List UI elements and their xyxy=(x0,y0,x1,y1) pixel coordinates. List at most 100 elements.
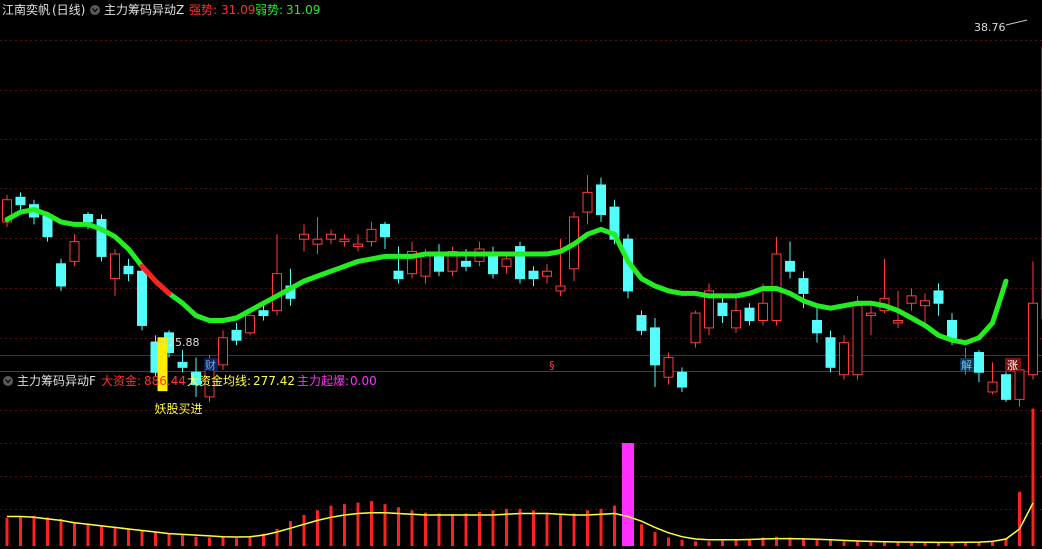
event-marker-unlock[interactable]: 解 xyxy=(961,358,972,372)
candle-body xyxy=(393,270,404,280)
big-capital-bar xyxy=(424,512,427,546)
candle-body xyxy=(974,352,984,373)
candle-body xyxy=(110,253,120,280)
event-marker-section[interactable]: § xyxy=(549,359,555,372)
big-capital-bar xyxy=(100,525,103,546)
big-capital-bar xyxy=(343,504,346,546)
candle-body xyxy=(312,238,323,245)
candle xyxy=(1001,372,1011,402)
event-marker-limit-up[interactable]: 涨 xyxy=(1007,359,1018,372)
candle xyxy=(542,263,552,284)
candle-body xyxy=(812,320,822,334)
low-label: 25.88 xyxy=(168,336,200,349)
big-capital-bar xyxy=(208,537,211,546)
main-force-label: 主力起爆: xyxy=(297,374,349,388)
big-capital-bar xyxy=(734,539,738,546)
candle-body xyxy=(636,315,647,331)
big-capital-bar xyxy=(154,532,157,546)
big-capital-bar xyxy=(32,515,36,546)
indicator-menu-icon[interactable] xyxy=(90,5,100,15)
indicator-name-bottom[interactable]: 主力筹码异动F xyxy=(17,374,96,388)
big-capital-ma-value: 277.42 xyxy=(253,374,295,388)
big-capital-bar xyxy=(869,541,873,546)
big-capital-bar xyxy=(302,515,306,546)
candle-body xyxy=(663,356,674,378)
candle xyxy=(636,310,647,336)
candle-body xyxy=(123,265,134,275)
candle xyxy=(771,236,782,326)
big-capital-bar xyxy=(559,515,562,546)
main-force-bar xyxy=(622,443,634,546)
big-capital-bar xyxy=(194,536,198,546)
candle xyxy=(434,244,444,277)
candle-body xyxy=(339,238,350,243)
candle-body xyxy=(798,278,809,294)
big-capital-bar xyxy=(572,513,576,546)
big-capital-bar xyxy=(707,541,711,546)
high-label: 38.76 xyxy=(974,21,1006,34)
big-capital-label: 大资金: xyxy=(101,373,141,388)
candle xyxy=(339,234,350,247)
candle-body xyxy=(96,218,107,257)
candle xyxy=(218,330,228,370)
big-capital-bar xyxy=(289,521,292,546)
candle-body xyxy=(245,315,255,334)
candle xyxy=(785,241,795,279)
candle-body xyxy=(677,371,687,388)
candle xyxy=(353,234,363,252)
candle xyxy=(2,194,12,227)
stock-name[interactable]: 江南奕帆 xyxy=(2,2,50,17)
big-capital-bars xyxy=(5,408,1035,546)
candle xyxy=(825,330,836,373)
candle xyxy=(596,177,606,222)
period-label[interactable]: (日线) xyxy=(52,3,85,17)
big-capital-bar xyxy=(410,510,414,546)
candle xyxy=(906,288,917,311)
candle-body xyxy=(231,329,242,341)
candle-body xyxy=(218,337,228,366)
big-capital-bar xyxy=(518,508,522,546)
big-capital-bar xyxy=(1031,408,1035,546)
big-capital-bar xyxy=(383,504,387,546)
candle-body xyxy=(825,337,836,368)
candle-body xyxy=(717,302,728,317)
candle xyxy=(245,313,255,336)
candle xyxy=(650,318,660,388)
candle-body xyxy=(366,228,377,243)
big-capital-bar xyxy=(46,517,49,546)
candle-body xyxy=(785,260,795,272)
bottom-header: 主力筹码异动F 大资金: 886.44 大资金均线: 277.42 主力起爆: … xyxy=(3,373,377,388)
candle xyxy=(920,293,930,323)
main-force-value: 0.00 xyxy=(350,374,377,388)
candle-body xyxy=(866,312,876,317)
candle-body xyxy=(488,253,498,275)
candle-body xyxy=(56,263,66,287)
candle-body xyxy=(731,310,741,329)
candle xyxy=(312,217,323,254)
candle xyxy=(731,295,741,333)
event-marker-finance[interactable]: 财 xyxy=(205,358,216,372)
candle xyxy=(582,175,593,225)
candle xyxy=(380,221,390,250)
candle xyxy=(744,303,755,326)
candle xyxy=(393,246,404,284)
big-capital-bar xyxy=(329,505,333,546)
price-grid xyxy=(0,40,1042,339)
indicator-menu-icon[interactable] xyxy=(3,376,13,386)
big-capital-bar xyxy=(464,513,468,546)
candle-body xyxy=(906,295,917,304)
big-capital-bar xyxy=(883,542,886,546)
candle-body xyxy=(852,305,863,376)
candle xyxy=(96,214,107,262)
strong-label: 强势: xyxy=(189,3,217,17)
volume-grid xyxy=(0,410,1042,510)
candle-body xyxy=(596,184,606,216)
stock-chart: 妖股买进 38.76 25.88 财 § 解 涨 江南奕帆 (日线) 主力筹码异… xyxy=(0,2,1042,546)
candle-body xyxy=(461,260,471,267)
candle-body xyxy=(758,302,768,321)
big-capital-bar xyxy=(59,518,63,546)
candle-body xyxy=(258,310,269,317)
indicator-name-top[interactable]: 主力筹码异动Z xyxy=(104,3,184,17)
candle xyxy=(326,229,336,245)
candle xyxy=(69,234,80,267)
